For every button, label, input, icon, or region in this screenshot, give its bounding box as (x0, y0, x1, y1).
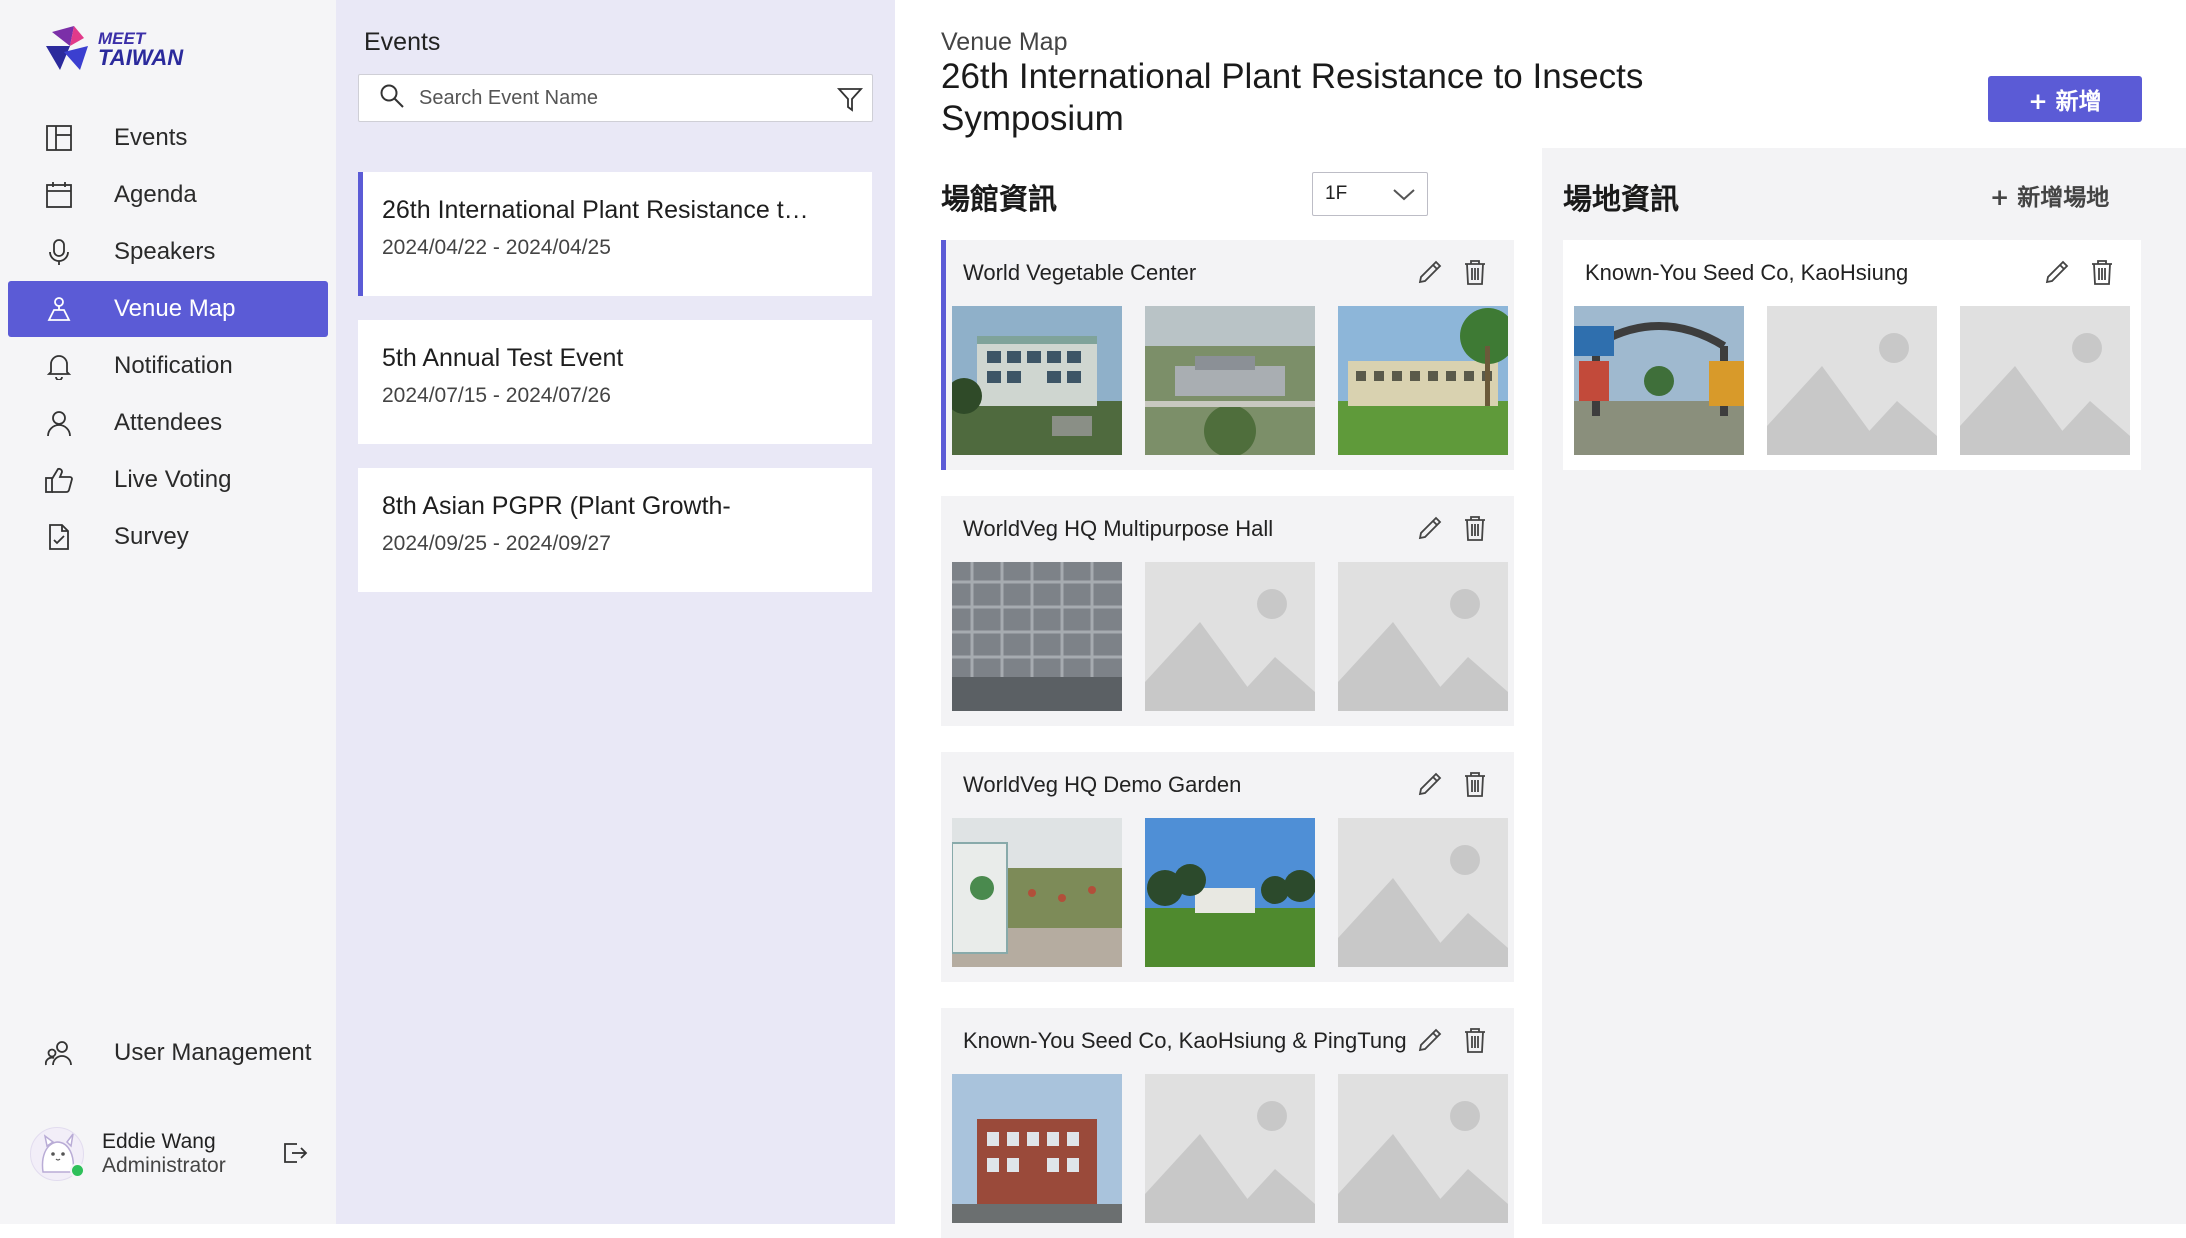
sidebar: MEET TAIWAN Events Agenda Speakers Venue… (0, 0, 336, 1224)
nav-label: Agenda (114, 181, 197, 208)
venues-heading: 場館資訊 (941, 182, 1058, 216)
delete-icon[interactable] (1462, 514, 1488, 542)
venue-name: World Vegetable Center (963, 260, 1197, 285)
event-card[interactable]: 26th International Plant Resistance to I… (358, 172, 872, 296)
event-name: 8th Asian PGPR (Plant Growth- (382, 492, 731, 520)
thumbs-up-icon (44, 465, 74, 495)
venue-name: Known-You Seed Co, KaoHsiung & PingTung (963, 1028, 1407, 1053)
layout-icon (44, 123, 74, 153)
venue-photo[interactable] (952, 562, 1122, 711)
delete-icon[interactable] (1462, 770, 1488, 798)
filter-icon[interactable] (836, 85, 864, 118)
survey-icon (44, 522, 74, 552)
calendar-icon (44, 180, 74, 210)
add-button[interactable]: + 新增 (1988, 76, 2142, 122)
nav-item-user-management[interactable]: User Management (8, 1025, 328, 1081)
sites-heading: 場地資訊 (1563, 182, 1680, 216)
nav-item-events[interactable]: Events (8, 110, 328, 166)
add-site-button[interactable]: + 新增場地 (1990, 178, 2109, 212)
delete-icon[interactable] (1462, 1026, 1488, 1054)
venue-card[interactable]: World Vegetable Center (941, 240, 1514, 470)
event-dates: 2024/09/25 - 2024/09/27 (382, 532, 611, 555)
event-name: 5th Annual Test Event (382, 344, 624, 372)
edit-icon[interactable] (2043, 258, 2071, 286)
venue-photo[interactable] (952, 1074, 1122, 1223)
user-role: Administrator (102, 1154, 226, 1177)
image-placeholder-icon (1767, 306, 1937, 455)
user-name: Eddie Wang (102, 1129, 216, 1153)
events-panel: Events 26th International Plant Resistan… (336, 0, 895, 1224)
nav-item-speakers[interactable]: Speakers (8, 224, 328, 280)
nav-label: Attendees (114, 409, 223, 436)
nav-item-survey[interactable]: Survey (8, 509, 328, 565)
site-card[interactable]: Known-You Seed Co, KaoHsiung (1563, 240, 2141, 470)
event-search (358, 74, 873, 122)
floor-value: 1F (1325, 183, 1348, 204)
venue-card[interactable]: WorldVeg HQ Demo Garden (941, 752, 1514, 982)
logout-icon[interactable] (282, 1140, 308, 1171)
microphone-icon (44, 237, 74, 267)
nav-label: Speakers (114, 238, 216, 265)
nav-label: Notification (114, 352, 233, 379)
venue-photo[interactable] (1338, 306, 1508, 455)
avatar[interactable] (30, 1127, 85, 1181)
site-name: Known-You Seed Co, KaoHsiung (1585, 260, 1909, 285)
site-photo[interactable] (1574, 306, 1744, 455)
image-placeholder-icon (1145, 1074, 1315, 1223)
chevron-down-icon (1391, 183, 1417, 211)
nav-label: User Management (114, 1039, 312, 1066)
main-nav: Events Agenda Speakers Venue Map Notific… (8, 110, 328, 566)
venue-card[interactable]: WorldVeg HQ Multipurpose Hall (941, 496, 1514, 726)
event-card[interactable]: 8th Asian PGPR (Plant Growth- 2024/09/25… (358, 468, 872, 592)
event-card[interactable]: 5th Annual Test Event 2024/07/15 - 2024/… (358, 320, 872, 444)
user-management-icon (44, 1038, 74, 1068)
page-title: 26th International Plant Resistance to I… (941, 57, 1644, 138)
nav-item-attendees[interactable]: Attendees (8, 395, 328, 451)
floor-select[interactable]: 1F (1312, 172, 1428, 216)
venue-photo[interactable] (1145, 818, 1315, 967)
search-input[interactable] (417, 85, 807, 111)
search-icon (379, 83, 405, 114)
image-placeholder-icon (1145, 562, 1315, 711)
venue-name: WorldVeg HQ Demo Garden (963, 772, 1242, 797)
edit-icon[interactable] (1416, 514, 1444, 542)
events-panel-title: Events (364, 28, 441, 56)
venue-card[interactable]: Known-You Seed Co, KaoHsiung & PingTung (941, 1008, 1514, 1238)
image-placeholder-icon (1338, 818, 1508, 967)
image-placeholder-icon (1338, 1074, 1508, 1223)
venue-photo[interactable] (1145, 306, 1315, 455)
bottom-nav: User Management (8, 1025, 328, 1082)
event-dates: 2024/04/22 - 2024/04/25 (382, 236, 611, 259)
venue-photo[interactable] (952, 818, 1122, 967)
image-placeholder-icon (1338, 562, 1508, 711)
nav-label: Venue Map (114, 295, 236, 322)
online-status-dot (70, 1163, 85, 1178)
delete-icon[interactable] (2089, 258, 2115, 286)
brand-line1: MEET (98, 28, 146, 48)
venue-map-icon (44, 294, 74, 324)
nav-item-venue-map[interactable]: Venue Map (8, 281, 328, 337)
nav-label: Survey (114, 523, 189, 550)
nav-item-live-voting[interactable]: Live Voting (8, 452, 328, 508)
person-icon (44, 408, 74, 438)
logo-mark-icon (46, 26, 88, 70)
edit-icon[interactable] (1416, 1026, 1444, 1054)
event-name: 26th International Plant Resistance to I… (382, 196, 822, 224)
brand-line2: TAIWAN (98, 44, 184, 70)
image-placeholder-icon (1960, 306, 2130, 455)
edit-icon[interactable] (1416, 770, 1444, 798)
user-profile: Eddie Wang Administrator (30, 1122, 320, 1186)
venue-name: WorldVeg HQ Multipurpose Hall (963, 516, 1274, 541)
nav-label: Events (114, 124, 188, 151)
nav-item-notification[interactable]: Notification (8, 338, 328, 394)
delete-icon[interactable] (1462, 258, 1488, 286)
venue-photo[interactable] (952, 306, 1122, 455)
brand-logo[interactable]: MEET TAIWAN (44, 24, 183, 74)
nav-item-agenda[interactable]: Agenda (8, 167, 328, 223)
nav-label: Live Voting (114, 466, 232, 493)
breadcrumb: Venue Map (941, 28, 1068, 56)
bell-icon (44, 351, 74, 381)
event-dates: 2024/07/15 - 2024/07/26 (382, 384, 611, 407)
edit-icon[interactable] (1416, 258, 1444, 286)
